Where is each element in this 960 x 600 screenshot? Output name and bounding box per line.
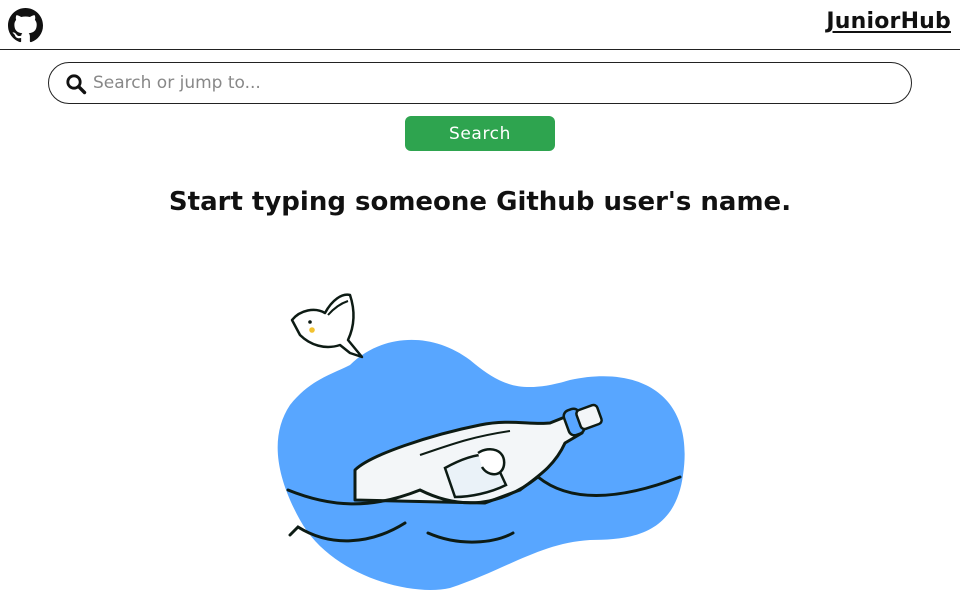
github-logo-icon[interactable] — [8, 8, 43, 43]
brand-link[interactable]: JuniorHub — [826, 9, 951, 34]
bird-icon — [290, 293, 364, 359]
search-input[interactable] — [93, 69, 893, 97]
search-button[interactable]: Search — [405, 116, 555, 151]
search-bar[interactable] — [48, 62, 912, 104]
message-in-a-bottle-illustration — [277, 293, 685, 590]
top-header: JuniorHub — [0, 0, 960, 50]
search-icon — [66, 74, 87, 95]
search-prompt-heading: Start typing someone Github user's name. — [168, 187, 792, 217]
